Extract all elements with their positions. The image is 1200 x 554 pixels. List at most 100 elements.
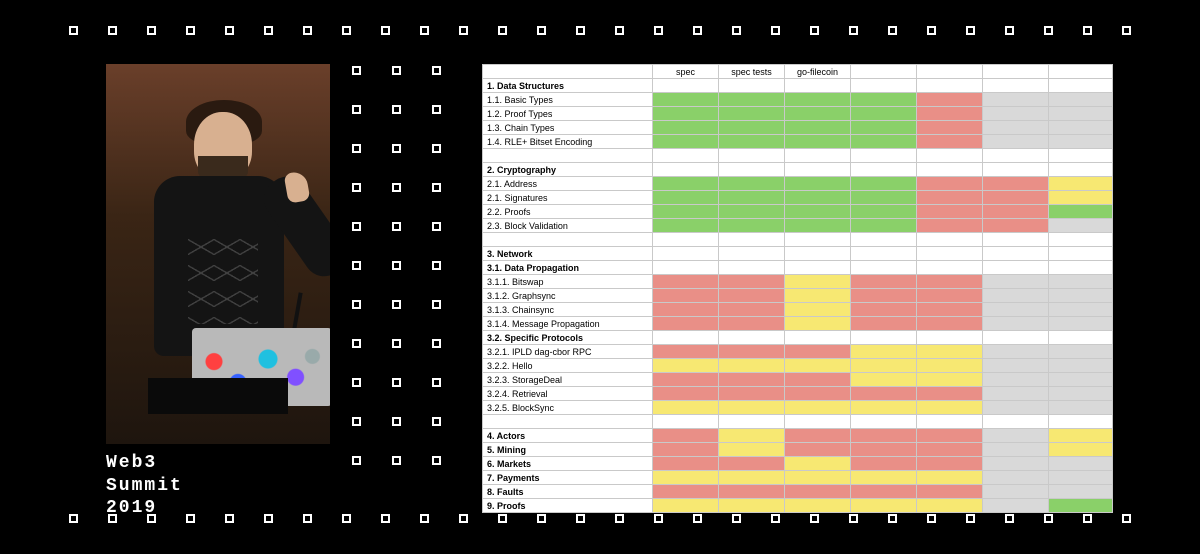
status-cell	[653, 373, 719, 387]
table-row: 2. Cryptography	[483, 163, 1113, 177]
status-cell	[785, 499, 851, 513]
status-cell	[719, 93, 785, 107]
status-cell	[785, 79, 851, 93]
table-row: 2.1. Address	[483, 177, 1113, 191]
status-cell	[719, 471, 785, 485]
status-cell	[653, 205, 719, 219]
status-cell	[785, 471, 851, 485]
status-cell	[719, 345, 785, 359]
status-cell	[653, 121, 719, 135]
status-cell	[653, 457, 719, 471]
status-cell	[719, 359, 785, 373]
status-cell	[1049, 499, 1113, 513]
status-cell	[983, 303, 1049, 317]
status-cell	[983, 191, 1049, 205]
status-cell	[785, 275, 851, 289]
status-cell	[1049, 107, 1113, 121]
status-cell	[983, 401, 1049, 415]
status-cell	[719, 401, 785, 415]
table-row: 3.1. Data Propagation	[483, 261, 1113, 275]
status-cell	[1049, 373, 1113, 387]
status-cell	[917, 401, 983, 415]
table-row: 3.2.1. IPLD dag-cbor RPC	[483, 345, 1113, 359]
status-cell	[851, 163, 917, 177]
status-cell	[785, 163, 851, 177]
border-dots-col-3	[432, 66, 441, 465]
status-cell	[851, 443, 917, 457]
row-label: 3.2.3. StorageDeal	[483, 373, 653, 387]
table-row: 9. Proofs	[483, 499, 1113, 513]
status-cell	[1049, 135, 1113, 149]
status-cell	[653, 499, 719, 513]
table-row	[483, 415, 1113, 429]
status-cell	[851, 177, 917, 191]
status-cell	[917, 275, 983, 289]
status-cell	[983, 261, 1049, 275]
status-cell	[917, 247, 983, 261]
status-cell	[851, 247, 917, 261]
status-grid: specspec testsgo-filecoin 1. Data Struct…	[482, 64, 1113, 513]
status-cell	[851, 415, 917, 429]
status-cell	[719, 303, 785, 317]
status-cell	[785, 443, 851, 457]
status-cell	[1049, 247, 1113, 261]
status-cell	[851, 121, 917, 135]
status-cell	[1049, 359, 1113, 373]
status-cell	[1049, 457, 1113, 471]
status-cell	[983, 233, 1049, 247]
status-cell	[653, 401, 719, 415]
status-cell	[719, 443, 785, 457]
status-cell	[719, 79, 785, 93]
status-cell	[1049, 415, 1113, 429]
status-cell	[1049, 317, 1113, 331]
status-cell	[851, 205, 917, 219]
table-row: 4. Actors	[483, 429, 1113, 443]
status-cell	[785, 317, 851, 331]
status-grid-col-header: go-filecoin	[785, 65, 851, 79]
status-cell	[719, 261, 785, 275]
status-cell	[719, 387, 785, 401]
event-title-line: 2019	[106, 497, 183, 520]
status-cell	[851, 135, 917, 149]
status-cell	[653, 177, 719, 191]
status-cell	[719, 149, 785, 163]
status-cell	[983, 485, 1049, 499]
border-dots-top	[0, 26, 1200, 35]
status-cell	[851, 233, 917, 247]
status-grid-header: specspec testsgo-filecoin	[483, 65, 1113, 79]
status-cell	[653, 219, 719, 233]
status-cell	[785, 331, 851, 345]
status-cell	[851, 107, 917, 121]
row-label	[483, 149, 653, 163]
row-label	[483, 415, 653, 429]
status-cell	[785, 415, 851, 429]
table-row: 1.1. Basic Types	[483, 93, 1113, 107]
table-row: 1.2. Proof Types	[483, 107, 1113, 121]
status-cell	[851, 261, 917, 275]
status-cell	[785, 191, 851, 205]
row-label: 2.2. Proofs	[483, 205, 653, 219]
status-cell	[653, 471, 719, 485]
status-cell	[719, 121, 785, 135]
status-cell	[785, 93, 851, 107]
status-cell	[653, 275, 719, 289]
row-label: 3. Network	[483, 247, 653, 261]
status-cell	[917, 499, 983, 513]
row-label: 1.3. Chain Types	[483, 121, 653, 135]
row-label: 2.1. Address	[483, 177, 653, 191]
status-cell	[851, 219, 917, 233]
status-cell	[1049, 177, 1113, 191]
status-cell	[785, 303, 851, 317]
table-row: 2.3. Block Validation	[483, 219, 1113, 233]
status-cell	[851, 499, 917, 513]
table-row: 1.4. RLE+ Bitset Encoding	[483, 135, 1113, 149]
status-cell	[719, 429, 785, 443]
row-label: 1.1. Basic Types	[483, 93, 653, 107]
status-cell	[1049, 443, 1113, 457]
status-cell	[983, 331, 1049, 345]
status-cell	[1049, 261, 1113, 275]
status-cell	[851, 387, 917, 401]
status-cell	[719, 485, 785, 499]
status-cell	[983, 135, 1049, 149]
status-cell	[653, 415, 719, 429]
